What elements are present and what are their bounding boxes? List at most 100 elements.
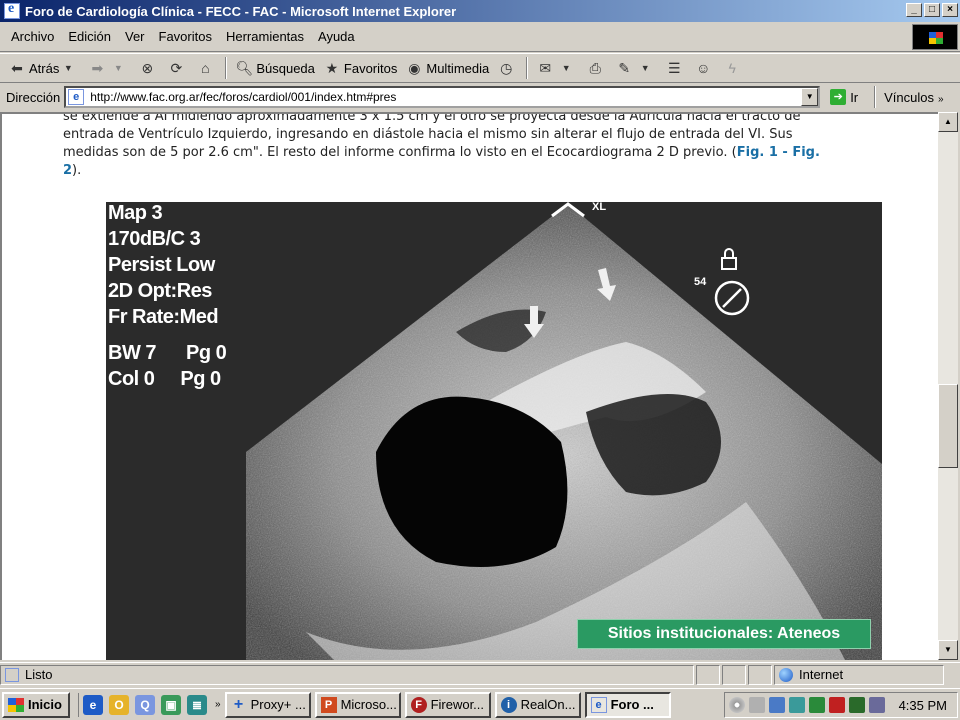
readout-line: 2D Opt:Res — [108, 280, 212, 302]
desktop-quicklaunch-icon[interactable]: ▣ — [161, 694, 181, 715]
article-line: entrada de Ventrículo Izquierdo, ingresa… — [63, 127, 793, 142]
mail-dropdown-icon[interactable]: ▼ — [557, 59, 575, 77]
links-button[interactable]: Vínculos» — [884, 90, 943, 105]
task-fireworks[interactable]: F Firewor... — [404, 691, 491, 718]
institutional-sites-banner[interactable]: Sitios institucionales: Ateneos — [577, 619, 871, 649]
menu-edicion[interactable]: Edición — [61, 27, 118, 46]
volume-tray-icon[interactable] — [749, 697, 765, 713]
scroll-up-button[interactable]: ▲ — [938, 112, 958, 132]
refresh-button[interactable]: ⟳ — [163, 56, 192, 80]
readout-bw: BW 7 — [108, 342, 157, 364]
windows-logo-icon — [8, 697, 24, 712]
menu-favoritos[interactable]: Favoritos — [152, 27, 219, 46]
fig-2-link-number[interactable]: 2 — [63, 163, 72, 178]
close-button[interactable]: × — [942, 3, 958, 17]
window-titlebar[interactable]: Foro de Cardiología Clínica - FECC - FAC… — [0, 0, 960, 22]
task-foro[interactable]: e Foro ... — [584, 691, 671, 718]
firewall-tray-icon[interactable] — [829, 697, 845, 713]
app-quicklaunch-icon[interactable]: ≣ — [187, 694, 207, 715]
go-button[interactable]: ➔ Ir — [830, 89, 858, 105]
scroll-down-button[interactable]: ▼ — [938, 640, 958, 660]
refresh-icon: ⟳ — [170, 59, 183, 76]
menu-ver[interactable]: Ver — [118, 27, 152, 46]
mail-icon: ✉ — [539, 59, 552, 76]
edit-button[interactable]: ✎ ▼ — [611, 56, 661, 80]
proxy-icon: + — [233, 695, 244, 713]
display-tray-icon[interactable] — [869, 697, 885, 713]
back-label: Atrás — [29, 60, 60, 76]
menu-herramientas[interactable]: Herramientas — [219, 27, 311, 46]
multimedia-button[interactable]: ◉ Multimedia — [401, 56, 493, 80]
task-label: Proxy+ ... — [250, 697, 306, 712]
tray-clock[interactable]: 4:35 PM — [899, 698, 947, 713]
chevron-right-icon[interactable]: » — [215, 699, 221, 710]
links-label: Vínculos — [884, 89, 935, 105]
readout-pg: Pg 0 — [186, 342, 227, 364]
forward-arrow-icon: ➡ — [91, 59, 104, 76]
address-url[interactable]: http://www.fac.org.ar/fec/foros/cardiol/… — [90, 90, 396, 104]
menu-bar: Archivo Edición Ver Favoritos Herramient… — [0, 22, 960, 52]
back-dropdown-icon[interactable]: ▼ — [59, 59, 77, 77]
edit-dropdown-icon[interactable]: ▼ — [636, 59, 654, 77]
network-tray-icon[interactable] — [769, 697, 785, 713]
readout-line: Persist Low — [108, 254, 215, 276]
echocardiogram-image: XL Map 3 170dB/C 3 Persist Low 2D Opt:Re… — [106, 202, 882, 660]
app-tray-icon[interactable] — [789, 697, 805, 713]
edit-icon: ✎ — [618, 59, 631, 76]
task-microsoft[interactable]: P Microso... — [314, 691, 401, 718]
favorites-label: Favoritos — [343, 60, 398, 76]
forward-button[interactable]: ➡ ▼ — [84, 56, 134, 80]
ie-task-icon: e — [590, 696, 607, 713]
address-input[interactable]: e http://www.fac.org.ar/fec/foros/cardio… — [64, 86, 821, 108]
article-line: 2). — [63, 162, 931, 180]
minimize-button[interactable]: _ — [906, 3, 922, 17]
address-bar: Dirección e http://www.fac.org.ar/fec/fo… — [0, 84, 960, 110]
stop-button[interactable]: ⊗ — [134, 56, 163, 80]
readout-line: 170dB/C 3 — [108, 228, 201, 250]
fig-1-link[interactable]: Fig. 1 — [737, 145, 778, 160]
scroll-thumb[interactable] — [938, 384, 958, 468]
standard-toolbar: ⬅ Atrás ▼ ➡ ▼ ⊗ ⟳ ⌂ 🔍︎ Búsqueda ★ Favori… — [0, 53, 960, 83]
print-button[interactable]: ⎙ — [582, 56, 611, 80]
back-button[interactable]: ⬅ Atrás ▼ — [4, 56, 84, 80]
ie-quicklaunch-icon[interactable]: e — [83, 694, 103, 715]
address-dropdown-button[interactable]: ▼ — [801, 88, 819, 106]
window-title: Foro de Cardiología Clínica - FECC - FAC… — [25, 3, 457, 19]
discuss-button[interactable]: ☰ — [661, 56, 690, 80]
monitor-tray-icon[interactable] — [849, 697, 865, 713]
readout-row: BW 7 Pg 0 — [108, 340, 227, 366]
ie-icon — [4, 1, 20, 19]
resize-grip[interactable] — [946, 665, 960, 685]
status-cell — [696, 664, 720, 685]
article-line-text: medidas son de 5 por 2.6 cm". El resto d… — [63, 145, 737, 160]
readout-line: Map 3 — [108, 202, 163, 224]
start-button[interactable]: Inicio — [2, 691, 70, 718]
home-button[interactable]: ⌂ — [192, 56, 221, 80]
menu-ayuda[interactable]: Ayuda — [311, 27, 362, 46]
page-content[interactable]: se extiende a AI midiendo aproximadament… — [0, 112, 938, 660]
fig-2-link[interactable]: Fig. — [792, 145, 820, 160]
article-line: se extiende a AI midiendo aproximadament… — [63, 112, 801, 124]
maximize-button[interactable]: □ — [924, 3, 940, 17]
task-label: Foro ... — [610, 697, 654, 712]
forward-dropdown-icon[interactable]: ▼ — [109, 59, 127, 77]
outlook-quicklaunch-icon[interactable]: O — [109, 694, 129, 715]
research-button[interactable]: ϟ — [719, 56, 748, 80]
favorites-button[interactable]: ★ Favoritos — [319, 56, 401, 80]
search-button[interactable]: 🔍︎ Búsqueda — [231, 56, 319, 80]
antivirus-tray-icon[interactable] — [809, 697, 825, 713]
status-text: Listo — [25, 667, 53, 682]
taskbar: Inicio e O Q ▣ ≣ » + Proxy+ ... P Microso.… — [0, 688, 960, 720]
vertical-scrollbar[interactable]: ▲ ▼ — [938, 112, 958, 660]
task-realone[interactable]: i RealOn... — [494, 691, 581, 718]
task-proxy[interactable]: + Proxy+ ... — [224, 691, 311, 718]
article-line: medidas son de 5 por 2.6 cm". El resto d… — [63, 144, 931, 162]
history-button[interactable]: ◷ — [493, 56, 522, 80]
menu-archivo[interactable]: Archivo — [4, 27, 61, 46]
search-quicklaunch-icon[interactable]: Q — [135, 694, 155, 715]
search-label: Búsqueda — [256, 60, 315, 76]
mail-button[interactable]: ✉ ▼ — [532, 56, 582, 80]
cd-tray-icon[interactable] — [729, 697, 745, 713]
messenger-button[interactable]: ☺ — [690, 56, 719, 80]
fireworks-icon: F — [410, 696, 427, 713]
